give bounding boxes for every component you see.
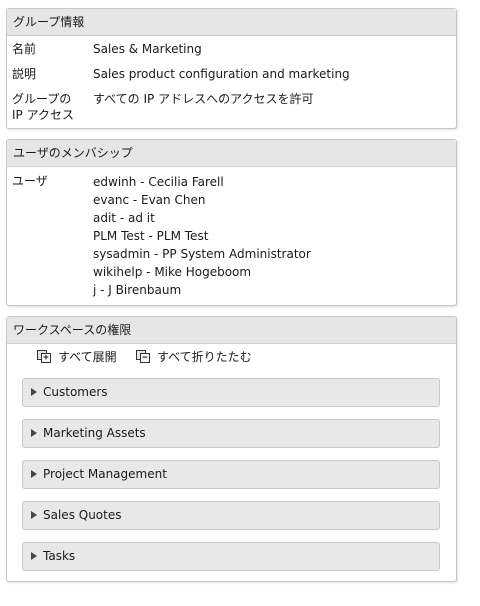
group-ip-access-value: すべての IP アドレスへのアクセスを許可 [93, 92, 314, 106]
workspace-item-label: Customers [43, 385, 108, 399]
expand-all-label: すべて展開 [58, 350, 117, 364]
expand-arrow-icon [31, 470, 37, 478]
workspace-item-customers[interactable]: Customers [22, 378, 440, 407]
collapse-all-label: すべて折りたたむ [157, 350, 252, 364]
expand-arrow-icon [31, 511, 37, 519]
workspace-item-marketing-assets[interactable]: Marketing Assets [22, 419, 440, 448]
group-info-header: グループ情報 [7, 9, 456, 36]
group-name-value: Sales & Marketing [93, 42, 202, 56]
expand-all-button[interactable]: + すべて展開 [37, 348, 117, 366]
expand-all-icon: + [37, 350, 53, 364]
users-label: ユーザ [12, 174, 48, 188]
member-item: wikihelp - Mike Hogeboom [93, 265, 252, 279]
member-item: adit - ad it [93, 211, 155, 225]
group-info-panel: グループ情報 名前 Sales & Marketing 説明 Sales pro… [6, 8, 457, 129]
expand-arrow-icon [31, 388, 37, 396]
user-membership-panel: ユーザのメンバシップ ユーザ edwinh - Cecilia Farell e… [6, 139, 457, 306]
workspace-item-project-management[interactable]: Project Management [22, 460, 440, 489]
group-ip-access-label: グループの IP アクセス [12, 91, 92, 123]
workspace-permissions-panel: ワークスペースの権限 + すべて展開 − すべて折りたたむ Customers … [6, 316, 457, 582]
workspace-item-label: Sales Quotes [43, 508, 122, 522]
group-description-label: 説明 [12, 67, 37, 81]
workspace-item-label: Marketing Assets [43, 426, 146, 440]
group-ip-access-label-line1: グループの [12, 92, 72, 106]
workspace-permissions-header: ワークスペースの権限 [7, 317, 456, 344]
member-item: sysadmin - PP System Administrator [93, 247, 311, 261]
workspace-item-sales-quotes[interactable]: Sales Quotes [22, 501, 440, 530]
group-name-label: 名前 [12, 42, 37, 56]
member-item: j - J Birenbaum [93, 283, 182, 297]
user-membership-header: ユーザのメンバシップ [7, 140, 456, 167]
group-ip-access-label-line2: IP アクセス [12, 108, 74, 122]
member-list: edwinh - Cecilia Farell evanc - Evan Che… [93, 173, 311, 299]
collapse-all-button[interactable]: − すべて折りたたむ [136, 348, 252, 366]
member-item: edwinh - Cecilia Farell [93, 175, 224, 189]
group-description-value: Sales product configuration and marketin… [93, 67, 350, 81]
expand-arrow-icon [31, 552, 37, 560]
workspace-item-tasks[interactable]: Tasks [22, 542, 440, 571]
workspace-item-label: Project Management [43, 467, 167, 481]
member-item: PLM Test - PLM Test [93, 229, 209, 243]
member-item: evanc - Evan Chen [93, 193, 206, 207]
expand-arrow-icon [31, 429, 37, 437]
collapse-all-icon: − [136, 350, 152, 364]
workspace-item-label: Tasks [43, 549, 76, 563]
